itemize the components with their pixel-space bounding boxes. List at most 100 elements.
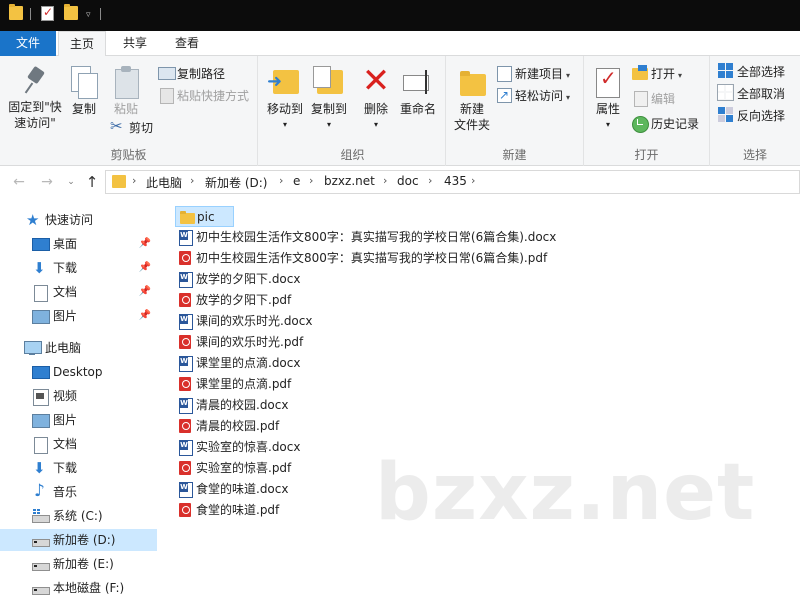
file-row-folder[interactable]: pic bbox=[175, 206, 234, 227]
paste-shortcut-button[interactable]: 粘贴快捷方式 bbox=[158, 86, 249, 106]
music-note-icon bbox=[32, 480, 48, 502]
tab-home[interactable]: 主页 bbox=[58, 31, 106, 57]
pdf-document-icon bbox=[179, 503, 192, 518]
select-all-button[interactable]: 全部选择 bbox=[718, 62, 785, 82]
pin-quick-access-label: 固定到"快速访问" bbox=[8, 100, 62, 130]
sidebar-item-pictures[interactable]: 图片 📌 bbox=[0, 305, 157, 327]
move-to-button[interactable]: 移动到 ▾ bbox=[264, 66, 306, 133]
drive-icon bbox=[32, 533, 50, 548]
pin-icon[interactable]: 📌 bbox=[139, 257, 151, 279]
breadcrumb-chevron-icon[interactable]: › bbox=[383, 174, 387, 187]
copy-to-button[interactable]: 复制到 ▾ bbox=[308, 66, 350, 133]
sidebar-item-drive-c[interactable]: 系统 (C:) bbox=[0, 505, 157, 527]
sidebar-item-pictures-pc[interactable]: 图片 bbox=[0, 409, 157, 431]
paste-button[interactable]: 粘贴 bbox=[106, 66, 146, 117]
sidebar-item-drive-e[interactable]: 新加卷 (E:) bbox=[0, 553, 157, 575]
address-bar[interactable]: › 此电脑 › 新加卷 (D:) › e › bzxz.net › doc › … bbox=[105, 170, 800, 194]
new-item-button[interactable]: 新建项目 ▾ bbox=[496, 64, 570, 84]
pin-icon[interactable]: 📌 bbox=[139, 281, 151, 303]
pin-icon[interactable]: 📌 bbox=[139, 305, 151, 327]
word-document-icon bbox=[179, 440, 193, 456]
select-none-button[interactable]: 全部取消 bbox=[717, 84, 785, 104]
sidebar-item-music[interactable]: 音乐 bbox=[0, 480, 157, 503]
file-name: pic bbox=[197, 210, 215, 224]
back-arrow-icon[interactable]: ← bbox=[9, 172, 29, 192]
properties-quick-icon[interactable] bbox=[41, 5, 54, 21]
rename-icon bbox=[401, 66, 435, 98]
sidebar-item-desktop-pc[interactable]: Desktop bbox=[0, 361, 157, 383]
copy-path-button[interactable]: 复制路径 bbox=[158, 64, 225, 84]
breadcrumb-item[interactable]: 新加卷 (D:) bbox=[205, 174, 267, 191]
folder-icon bbox=[9, 4, 23, 20]
sidebar-item-label: 音乐 bbox=[53, 485, 78, 499]
sidebar-item-quick-access[interactable]: 快速访问 bbox=[0, 209, 157, 231]
cut-button[interactable]: 剪切 bbox=[110, 116, 154, 138]
edit-button[interactable]: 编辑 bbox=[632, 89, 675, 109]
breadcrumb-item[interactable]: 此电脑 bbox=[146, 174, 182, 191]
tab-view[interactable]: 查看 bbox=[164, 31, 210, 56]
easy-access-button[interactable]: 轻松访问▾ bbox=[496, 85, 571, 106]
breadcrumb-item[interactable]: doc bbox=[397, 174, 419, 188]
breadcrumb-item[interactable]: e bbox=[293, 174, 300, 188]
cut-label: 剪切 bbox=[129, 121, 154, 135]
open-button[interactable]: 打开 ▾ bbox=[632, 64, 682, 84]
new-group: 新建 文件夹 新建项目▾ 轻松访问▾ 新建 bbox=[446, 56, 584, 166]
paste-shortcut-icon bbox=[158, 87, 174, 104]
properties-button[interactable]: 属性 ▾ bbox=[590, 66, 626, 133]
sidebar-item-downloads-pc[interactable]: 下载 bbox=[0, 457, 157, 479]
sidebar-item-label: 文档 bbox=[53, 437, 78, 451]
sidebar-item-documents[interactable]: 文档 📌 bbox=[0, 281, 157, 303]
sidebar-item-this-pc[interactable]: 此电脑 bbox=[0, 337, 157, 359]
paste-label: 粘贴 bbox=[113, 102, 138, 116]
invert-selection-button[interactable]: 反向选择 bbox=[718, 106, 785, 126]
sidebar-item-downloads[interactable]: 下载 📌 bbox=[0, 257, 157, 279]
pin-icon[interactable]: 📌 bbox=[139, 233, 151, 255]
invert-selection-label: 反向选择 bbox=[737, 109, 786, 123]
breadcrumb-chevron-icon[interactable]: › bbox=[428, 174, 432, 187]
select-group-label: 选择 bbox=[742, 148, 767, 162]
breadcrumb-chevron-icon[interactable]: › bbox=[279, 174, 283, 187]
copy-button[interactable]: 复制 bbox=[66, 66, 102, 117]
sidebar-item-drive-f[interactable]: 本地磁盘 (F:) bbox=[0, 577, 157, 599]
sidebar-item-documents-pc[interactable]: 文档 bbox=[0, 433, 157, 455]
clipboard-group: 固定到"快速访问" 复制 粘贴 复制路径 粘贴快捷方式 剪切 剪贴板 bbox=[0, 56, 258, 166]
forward-arrow-icon[interactable]: → bbox=[37, 172, 57, 192]
scissors-icon bbox=[110, 116, 126, 136]
open-group-label: 打开 bbox=[634, 148, 659, 162]
file-name: 初中生校园生活作文800字：真实描写我的学校日常(6篇合集).pdf bbox=[196, 251, 548, 265]
sidebar-item-label: 系统 (C:) bbox=[53, 509, 103, 523]
sidebar-item-drive-d[interactable]: 新加卷 (D:) bbox=[0, 529, 157, 551]
chevron-down-icon: ▾ bbox=[566, 93, 571, 102]
sidebar-item-videos[interactable]: 视频 bbox=[0, 385, 157, 407]
chevron-down-icon: ▾ bbox=[282, 120, 287, 129]
breadcrumb-chevron-icon[interactable]: › bbox=[471, 174, 475, 187]
delete-button[interactable]: ✕ 删除 ▾ bbox=[358, 61, 394, 133]
recent-locations-chevron-icon[interactable]: ⌄ bbox=[61, 172, 81, 192]
file-list: pic 初中生校园生活作文800字：真实描写我的学校日常(6篇合集).docx … bbox=[157, 198, 800, 600]
copy-to-icon bbox=[313, 66, 345, 98]
new-folder-button[interactable]: 新建 文件夹 bbox=[450, 66, 494, 133]
pin-quick-access-button[interactable]: 固定到"快速访问" bbox=[4, 66, 66, 131]
tab-file[interactable]: 文件 bbox=[0, 31, 56, 56]
separator bbox=[100, 8, 101, 20]
sidebar-item-label: 桌面 bbox=[53, 237, 78, 251]
customize-dropdown-icon[interactable]: ▿ bbox=[86, 10, 91, 20]
breadcrumb-chevron-icon[interactable]: › bbox=[190, 174, 194, 187]
title-bar: ▿ bbox=[0, 0, 800, 31]
star-icon bbox=[26, 209, 42, 231]
delete-x-icon: ✕ bbox=[361, 61, 391, 101]
word-document-icon bbox=[179, 482, 193, 498]
breadcrumb-item[interactable]: bzxz.net bbox=[324, 174, 375, 188]
breadcrumb-chevron-icon[interactable]: › bbox=[132, 174, 136, 187]
up-arrow-icon[interactable]: ↑ bbox=[82, 172, 102, 192]
tab-share[interactable]: 共享 bbox=[112, 31, 158, 56]
sidebar-item-desktop[interactable]: 桌面 📌 bbox=[0, 233, 157, 255]
folder-icon bbox=[112, 175, 126, 188]
rename-label: 重命名 bbox=[399, 102, 436, 116]
new-folder-quick-icon[interactable] bbox=[64, 4, 78, 20]
rename-button[interactable]: 重命名 bbox=[396, 66, 440, 117]
breadcrumb-chevron-icon[interactable]: › bbox=[309, 174, 313, 187]
breadcrumb-item[interactable]: 435 bbox=[444, 174, 467, 188]
sidebar-item-label: 下载 bbox=[53, 261, 78, 275]
history-button[interactable]: 历史记录 bbox=[632, 114, 699, 134]
